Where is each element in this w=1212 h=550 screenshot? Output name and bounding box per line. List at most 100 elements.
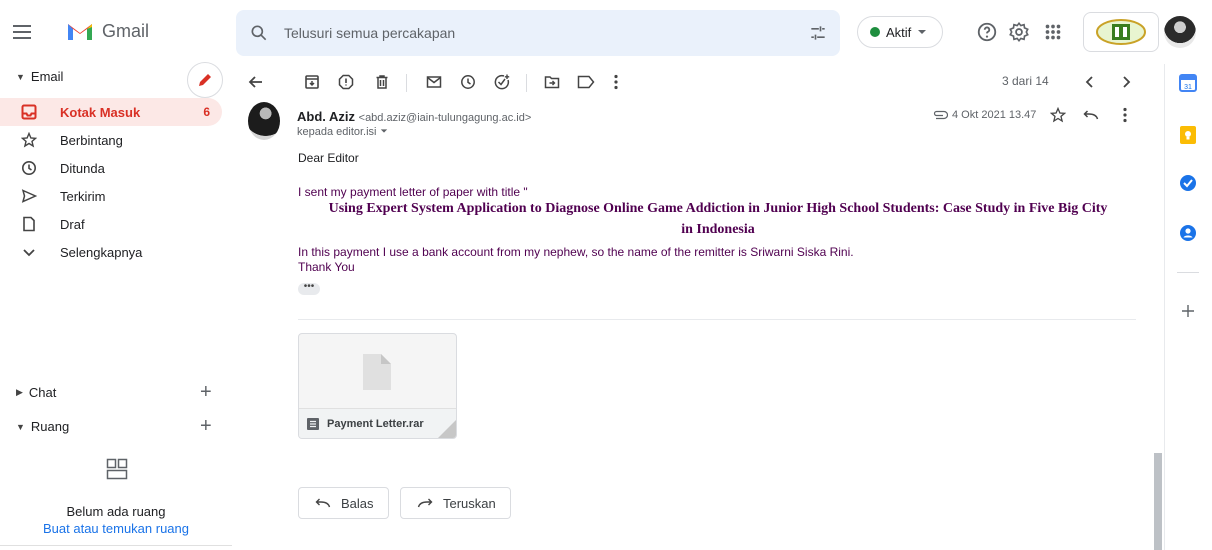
- chevron-down-icon: [20, 243, 38, 261]
- add-to-tasks-button[interactable]: [492, 72, 512, 92]
- status-label: Aktif: [886, 24, 912, 40]
- rooms-section-header[interactable]: ▼ Ruang: [16, 419, 69, 434]
- reply-button[interactable]: Balas: [298, 487, 389, 519]
- move-folder-icon: [544, 76, 560, 89]
- search-options-icon[interactable]: [808, 23, 828, 43]
- attachment-divider: [298, 319, 1136, 320]
- sidebar-item-starred[interactable]: Berbintang: [0, 126, 222, 154]
- email-section-header[interactable]: ▼ Email: [16, 69, 63, 84]
- sidebar-item-drafts[interactable]: Draf: [0, 210, 222, 238]
- attachment-icon: [933, 110, 948, 120]
- rooms-section-label: Ruang: [30, 419, 70, 434]
- contacts-app-button[interactable]: [1177, 222, 1199, 244]
- caret-down-icon: [918, 30, 927, 34]
- chevron-left-icon: [1085, 76, 1093, 88]
- toolbar-separator: [406, 74, 407, 92]
- sidebar-item-label: Berbintang: [60, 132, 123, 148]
- forward-button[interactable]: Teruskan: [400, 487, 511, 519]
- label-icon: [577, 75, 595, 89]
- account-avatar[interactable]: [1164, 16, 1196, 48]
- mark-unread-button[interactable]: [424, 72, 444, 92]
- sender-name[interactable]: Abd. Aziz: [297, 109, 355, 124]
- pagination-text: 3 dari 14: [1002, 74, 1049, 88]
- star-button[interactable]: [1049, 106, 1067, 124]
- apps-grid-icon[interactable]: [1042, 21, 1064, 43]
- sidebar-item-label: Draf: [60, 216, 85, 232]
- help-icon[interactable]: [976, 21, 998, 43]
- message-view: Abd. Aziz <abd.aziz@iain-tulungagung.ac.…: [232, 100, 1152, 550]
- active-status-dot: [870, 27, 880, 37]
- forward-icon: [417, 498, 433, 508]
- keep-app-button[interactable]: [1177, 124, 1199, 146]
- back-button[interactable]: [246, 72, 266, 92]
- archive-button[interactable]: [302, 72, 322, 92]
- svg-text:31: 31: [1184, 84, 1192, 91]
- status-dropdown[interactable]: Aktif: [857, 16, 943, 48]
- pencil-icon: [199, 74, 211, 86]
- gmail-logo[interactable]: Gmail: [66, 20, 149, 42]
- sidebar-item-label: Kotak Masuk: [60, 104, 141, 120]
- attachment-corner-fold: [438, 420, 456, 438]
- message-more-button[interactable]: [1116, 106, 1134, 124]
- forward-label: Teruskan: [443, 495, 496, 511]
- reply-icon-button[interactable]: [1082, 106, 1100, 124]
- file-icon: [363, 354, 391, 390]
- sidebar-divider: [0, 545, 232, 546]
- older-button[interactable]: [1116, 72, 1136, 92]
- show-trimmed-button[interactable]: •••: [298, 282, 320, 295]
- caret-down-icon: ▼: [16, 71, 25, 82]
- attachment-card[interactable]: Payment Letter.rar: [298, 333, 457, 439]
- email-section-label: Email: [30, 69, 64, 84]
- trash-icon: [376, 75, 388, 89]
- more-options-button[interactable]: [606, 72, 626, 92]
- calendar-icon: 31: [1179, 74, 1197, 92]
- sender-avatar[interactable]: [248, 102, 280, 140]
- organization-logo[interactable]: [1083, 12, 1159, 52]
- search-bar[interactable]: [236, 10, 840, 56]
- scrollbar-thumb[interactable]: [1154, 453, 1162, 550]
- toolbar-separator: [526, 74, 527, 92]
- search-icon[interactable]: [249, 23, 269, 43]
- labels-button[interactable]: [576, 72, 596, 92]
- mail-icon: [426, 76, 442, 88]
- tasks-app-button[interactable]: [1177, 172, 1199, 194]
- chevron-right-icon: [1123, 76, 1131, 88]
- move-to-button[interactable]: [542, 72, 562, 92]
- sidebar-item-label: Terkirim: [60, 188, 106, 204]
- sidebar-item-more[interactable]: Selengkapnya: [0, 238, 222, 266]
- caret-down-icon: ▼: [16, 421, 25, 432]
- sender-email: <abd.aziz@iain-tulungagung.ac.id>: [358, 112, 532, 124]
- rooms-empty-text: Belum ada ruang: [66, 504, 166, 519]
- greeting-text: Dear Editor: [298, 151, 359, 165]
- body-line-3: Thank You: [298, 260, 355, 274]
- sidebar-item-snoozed[interactable]: Ditunda: [0, 154, 222, 182]
- sidebar: ▼ Email Kotak Masuk 6 Berbintang Ditunda…: [0, 58, 232, 550]
- caret-right-icon: ▶: [16, 387, 23, 397]
- reply-icon: [315, 498, 331, 508]
- snooze-button[interactable]: [458, 72, 478, 92]
- search-input[interactable]: [284, 22, 784, 44]
- sidebar-item-label: Ditunda: [60, 160, 105, 176]
- paper-title-line-1: Using Expert System Application to Diagn…: [328, 201, 1108, 216]
- calendar-app-button[interactable]: 31: [1177, 72, 1199, 94]
- sidebar-item-inbox[interactable]: Kotak Masuk 6: [0, 98, 222, 126]
- add-chat-button[interactable]: +: [200, 381, 212, 404]
- chat-section-header[interactable]: ▶ Chat: [16, 385, 56, 400]
- unread-count: 6: [203, 105, 210, 119]
- find-rooms-link[interactable]: Buat atau temukan ruang: [0, 521, 232, 536]
- recipient-line[interactable]: kepada editor.isi: [297, 126, 388, 138]
- side-panel-rail: 31: [1164, 64, 1212, 550]
- message-date: 4 Okt 2021 13.47: [952, 109, 1037, 121]
- report-spam-button[interactable]: [336, 72, 356, 92]
- caret-down-icon: [380, 129, 387, 133]
- get-addons-button[interactable]: [1177, 300, 1199, 322]
- main-menu-button[interactable]: [10, 20, 34, 44]
- inbox-icon: [20, 103, 38, 121]
- reply-icon: [1083, 110, 1099, 120]
- newer-button[interactable]: [1080, 72, 1100, 92]
- sidebar-item-sent[interactable]: Terkirim: [0, 182, 222, 210]
- settings-gear-icon[interactable]: [1008, 21, 1030, 43]
- compose-button[interactable]: [187, 62, 223, 98]
- add-room-button[interactable]: +: [200, 415, 212, 438]
- delete-button[interactable]: [372, 72, 392, 92]
